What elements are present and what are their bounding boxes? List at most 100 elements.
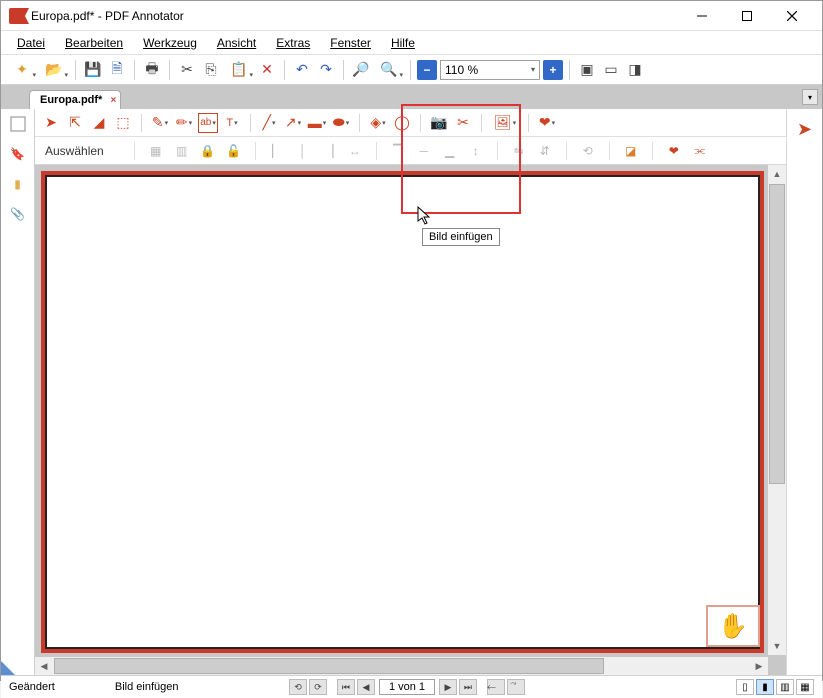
sub-toolbar-label: Auswählen [45,144,104,158]
page-rotate-left-button[interactable]: ⟲ [289,679,307,695]
nav-forward-button[interactable]: ⃕ [507,679,525,695]
cursor-tool-icon[interactable]: ➤ [797,119,812,140]
scroll-thumb-h[interactable] [54,658,604,674]
delete-button[interactable]: ✕ [256,59,278,81]
view-book-button[interactable]: ▦ [796,679,814,695]
stamp-tool-button[interactable]: ❤ [537,113,557,133]
save-button[interactable]: 💾 [82,59,104,81]
menu-view[interactable]: Ansicht [209,33,264,53]
search-options-button[interactable]: 🔍 [374,59,404,81]
last-page-button[interactable]: ⏭ [459,679,477,695]
window-title: Europa.pdf* - PDF Annotator [31,9,679,23]
document-page[interactable] [41,171,764,653]
scroll-up-icon[interactable]: ▲ [768,165,786,183]
separator [134,142,135,160]
align-top-button: ▔ [387,141,409,161]
ungroup-button: ▥ [171,141,193,161]
crop-tool-button[interactable]: ✂ [453,113,473,133]
eraser-tool-button[interactable]: ◈ [368,113,388,133]
lasso-erase-button[interactable]: ◯ [392,113,412,133]
maximize-button[interactable] [724,2,769,30]
app-logo-icon [9,8,25,24]
view-single-button[interactable]: ▯ [736,679,754,695]
files-tool-icon[interactable]: ▮ [7,173,29,195]
separator [652,142,653,160]
scroll-left-icon[interactable]: ◀ [35,657,53,675]
menu-help[interactable]: Hilfe [383,33,423,53]
align-center-button: │ [292,141,314,161]
cut-button[interactable]: ✂ [176,59,198,81]
vertical-scrollbar[interactable]: ▲ ▼ [768,165,786,655]
pan-hand-button[interactable]: ✋ [706,605,760,647]
text-select-button[interactable]: ⬚ [113,113,133,133]
menu-file[interactable]: Datei [9,33,53,53]
prev-page-button[interactable]: ◀ [357,679,375,695]
text-box-button[interactable]: ab [198,113,218,133]
zoom-in-button[interactable]: + [543,60,563,80]
ellipse-tool-button[interactable]: ⬬ [331,113,351,133]
wifi-icon: ⫘ [689,141,711,161]
flip-h-button: ⇋ [508,141,530,161]
tab-overflow-button[interactable]: ▾ [802,89,818,105]
tab-close-icon[interactable]: × [111,95,117,106]
next-page-button[interactable]: ▶ [439,679,457,695]
fullscreen-button[interactable]: ◨ [624,59,646,81]
pen-tool-button[interactable]: ✎ [150,113,170,133]
dist-h-button: ↔ [344,141,366,161]
text-highlight-button[interactable]: T [222,113,242,133]
highlight-tool-button[interactable]: ◢ [89,113,109,133]
separator [497,142,498,160]
redo-button[interactable]: ↷ [315,59,337,81]
minimize-button[interactable] [679,2,724,30]
copy-button[interactable]: ⎘ [200,59,222,81]
menu-extras[interactable]: Extras [268,33,318,53]
page-number-input[interactable]: 1 von 1 [379,679,435,695]
separator [75,60,76,80]
scroll-right-icon[interactable]: ▶ [750,657,768,675]
lasso-select-button[interactable]: ⇱ [65,113,85,133]
select-tool-button[interactable]: ➤ [41,113,61,133]
search-button[interactable]: 🔎 [350,59,372,81]
expand-panel-icon[interactable] [1,661,15,675]
menu-window[interactable]: Fenster [322,33,379,53]
open-button[interactable]: 📂 [39,59,69,81]
document-tab[interactable]: Europa.pdf* × [29,90,121,109]
undo-button[interactable]: ↶ [291,59,313,81]
separator [569,60,570,80]
align-bottom-button: ▁ [439,141,461,161]
fit-width-button[interactable]: ▭ [600,59,622,81]
first-page-button[interactable]: ⏮ [337,679,355,695]
scroll-thumb-v[interactable] [769,184,785,484]
flip-v-button: ⇵ [534,141,556,161]
page-rotate-right-button[interactable]: ⟳ [309,679,327,695]
new-button[interactable]: ✦ [7,59,37,81]
print-button[interactable]: 🖶 [141,59,163,81]
separator [343,60,344,80]
separator [134,60,135,80]
menu-tool[interactable]: Werkzeug [135,33,205,53]
dist-v-button: ↕ [465,141,487,161]
separator [410,60,411,80]
zoom-select[interactable]: 110 % [440,60,540,80]
nav-back-button[interactable]: ⃪ [487,679,505,695]
fit-page-button[interactable]: ▣ [576,59,598,81]
attachment-tool-icon[interactable]: 📎 [7,203,29,225]
view-two-page-button[interactable]: ▥ [776,679,794,695]
save-as-button[interactable]: 🗎 [106,59,128,81]
marker-tool-button[interactable]: ✏ [174,113,194,133]
close-button[interactable] [769,2,814,30]
arrow-tool-button[interactable]: ↗ [283,113,303,133]
rectangle-tool-button[interactable]: ▬ [307,113,327,133]
zoom-out-button[interactable]: − [417,60,437,80]
line-tool-button[interactable]: ╱ [259,113,279,133]
insert-image-button[interactable]: 🖼 [490,113,520,133]
page-layout-icon[interactable] [7,113,29,135]
horizontal-scrollbar[interactable]: ◀ ▶ [35,657,768,675]
camera-tool-button[interactable]: 📷 [429,113,449,133]
paste-button[interactable]: 📋 [224,59,254,81]
separator [609,142,610,160]
bookmark-tool-icon[interactable]: 🔖 [7,143,29,165]
scroll-down-icon[interactable]: ▼ [768,637,786,655]
menu-edit[interactable]: Bearbeiten [57,33,131,53]
view-continuous-button[interactable]: ▮ [756,679,774,695]
